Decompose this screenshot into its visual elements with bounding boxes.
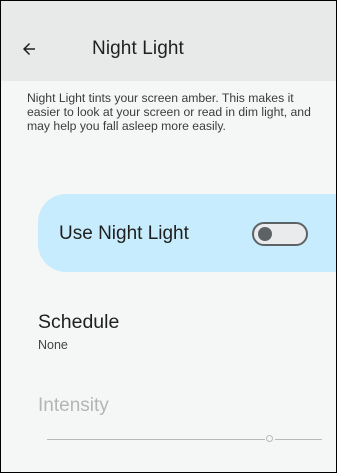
- back-button[interactable]: [13, 35, 45, 63]
- page-title: Night Light: [92, 38, 184, 59]
- night-light-settings-screen: Night Light Night Light tints your scree…: [0, 0, 337, 473]
- schedule-setting[interactable]: Schedule None: [1, 301, 336, 363]
- night-light-switch[interactable]: [252, 222, 308, 246]
- app-bar: Night Light: [1, 1, 336, 81]
- switch-thumb: [258, 227, 272, 241]
- slider-track-end: [275, 439, 322, 440]
- use-night-light-label: Use Night Light: [59, 223, 189, 244]
- intensity-title: Intensity: [38, 395, 109, 416]
- intensity-slider[interactable]: [47, 431, 322, 449]
- slider-track-start: [47, 439, 265, 440]
- night-light-description: Night Light tints your screen amber. Thi…: [27, 91, 311, 133]
- use-night-light-toggle-card[interactable]: Use Night Light: [38, 194, 336, 272]
- arrow-left-icon: [23, 43, 35, 55]
- schedule-value: None: [38, 338, 68, 352]
- slider-thumb[interactable]: [266, 435, 273, 442]
- schedule-title: Schedule: [38, 311, 120, 333]
